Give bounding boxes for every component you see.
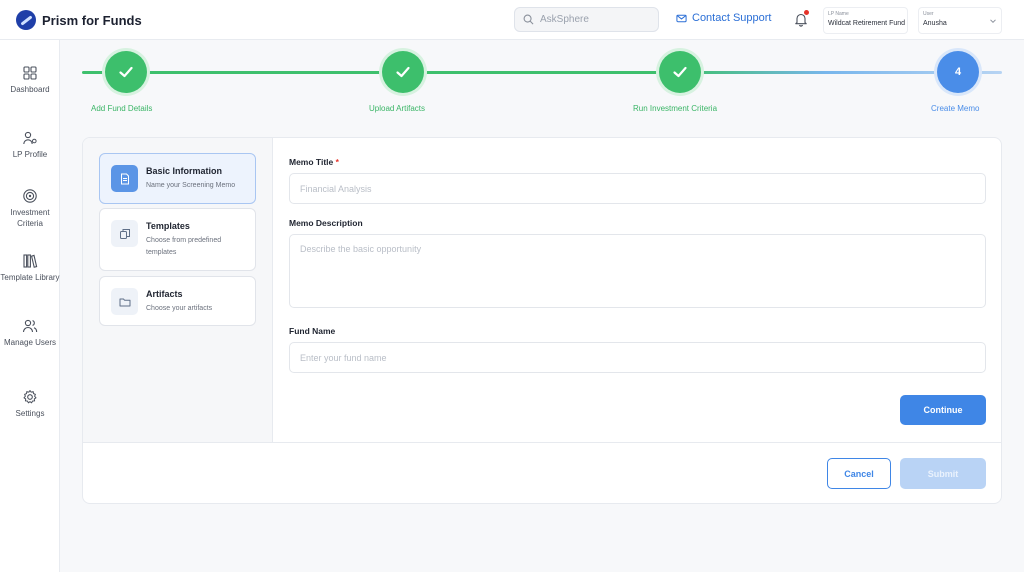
lp-selector[interactable]: LP Name Wildcat Retirement Fund xyxy=(823,7,908,34)
library-icon xyxy=(23,254,38,268)
contact-support-link[interactable]: Contact Support xyxy=(676,12,772,24)
section-templates[interactable]: Templates Choose from predefined templat… xyxy=(99,208,256,271)
memo-title-label: Memo Title * xyxy=(289,157,339,167)
prism-logo-icon xyxy=(16,10,36,30)
sidebar-item-manage-users[interactable]: Manage Users xyxy=(0,318,60,348)
sidebar-item-label: Template Library xyxy=(0,273,60,282)
step-2-label: Upload Artifacts xyxy=(369,104,426,113)
memo-description-label: Memo Description xyxy=(289,218,363,228)
users-icon xyxy=(22,319,38,333)
sidebar-item-label: Manage Users xyxy=(3,338,57,347)
notifications-button[interactable] xyxy=(793,10,809,27)
card-footer-divider xyxy=(83,442,1001,443)
sidebar-item-investment-criteria[interactable]: Investment Criteria xyxy=(0,188,60,229)
user-selector[interactable]: User Anusha xyxy=(918,7,1002,34)
copy-icon xyxy=(111,220,138,247)
contact-support-label: Contact Support xyxy=(692,12,772,24)
app-title: Prism for Funds xyxy=(42,12,142,28)
section-subtitle: Choose from predefined templates xyxy=(146,237,222,256)
step-3-label: Run Investment Criteria xyxy=(633,104,718,113)
section-title: Basic Information xyxy=(146,166,223,176)
grid-icon xyxy=(23,66,37,80)
step-4-active[interactable]: 4 xyxy=(937,51,979,93)
asksphere-search[interactable] xyxy=(514,7,659,32)
sidebar-item-lp-profile[interactable]: LP Profile xyxy=(0,130,60,160)
search-input[interactable] xyxy=(540,14,650,25)
document-icon xyxy=(111,165,138,192)
section-subtitle: Choose your artifacts xyxy=(146,305,213,312)
step-1-complete[interactable] xyxy=(105,51,147,93)
user-selector-value: Anusha xyxy=(923,20,947,27)
section-title: Templates xyxy=(146,221,190,231)
memo-title-label-text: Memo Title xyxy=(289,157,334,167)
check-icon xyxy=(396,66,410,78)
app-logo[interactable]: Prism for Funds xyxy=(16,10,142,30)
notification-badge xyxy=(804,10,809,15)
step-4-number: 4 xyxy=(954,66,962,78)
top-header: Prism for Funds Contact Support LP Name … xyxy=(0,0,1024,40)
user-settings-icon xyxy=(23,131,37,145)
sidebar-item-label: LP Profile xyxy=(12,150,48,159)
user-selector-label: User xyxy=(923,11,934,17)
required-mark: * xyxy=(335,157,339,167)
section-title: Artifacts xyxy=(146,289,183,299)
sidebar-item-template-library[interactable]: Template Library xyxy=(0,253,60,283)
sidebar-nav: Dashboard LP Profile Investment Criteria… xyxy=(0,40,60,572)
folder-icon xyxy=(111,288,138,315)
check-icon xyxy=(119,66,133,78)
check-icon xyxy=(673,66,687,78)
target-icon xyxy=(23,189,37,203)
section-artifacts[interactable]: Artifacts Choose your artifacts xyxy=(99,276,256,326)
search-icon xyxy=(523,14,534,25)
sidebar-item-label: Dashboard xyxy=(10,85,50,94)
sidebar-item-settings[interactable]: Settings xyxy=(0,389,60,419)
step-1-label: Add Fund Details xyxy=(91,104,153,113)
submit-button[interactable]: Submit xyxy=(900,458,986,489)
step-4-label: Create Memo xyxy=(931,104,980,113)
sidebar-item-label: Investment Criteria xyxy=(10,208,50,228)
sidebar-item-dashboard[interactable]: Dashboard xyxy=(0,65,60,95)
section-subtitle: Name your Screening Memo xyxy=(146,182,236,189)
progress-stepper: Add Fund Details Upload Artifacts Run In… xyxy=(82,50,1006,120)
mail-icon xyxy=(676,14,687,22)
sidebar-item-label: Settings xyxy=(15,409,45,418)
section-basic-information[interactable]: Basic Information Name your Screening Me… xyxy=(99,153,256,204)
chevron-down-icon xyxy=(990,19,996,24)
memo-description-textarea[interactable] xyxy=(289,234,986,308)
memo-title-input[interactable] xyxy=(289,173,986,204)
section-menu: Basic Information Name your Screening Me… xyxy=(83,138,273,442)
step-2-complete[interactable] xyxy=(382,51,424,93)
cancel-button[interactable]: Cancel xyxy=(827,458,891,489)
gear-icon xyxy=(23,390,37,404)
fund-name-input[interactable] xyxy=(289,342,986,373)
lp-selector-label: LP Name xyxy=(828,11,849,17)
memo-form-card: Basic Information Name your Screening Me… xyxy=(82,137,1002,504)
lp-selector-value: Wildcat Retirement Fund xyxy=(828,20,906,27)
fund-name-label: Fund Name xyxy=(289,326,336,336)
step-3-complete[interactable] xyxy=(659,51,701,93)
continue-button[interactable]: Continue xyxy=(900,395,986,425)
